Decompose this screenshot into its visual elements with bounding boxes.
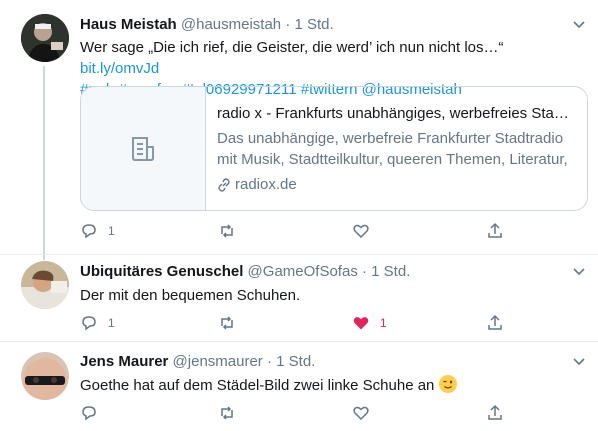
timestamp[interactable]: 1 Std.	[295, 16, 334, 33]
tweet-header: Jens Maurer @jensmaurer · 1 Std.	[80, 352, 315, 372]
separator-dot: ·	[285, 16, 291, 33]
retweet-button[interactable]	[218, 404, 246, 422]
card-description: Das unabhängige, werbefreie Frankfurter …	[217, 130, 568, 168]
user-handle[interactable]: @jensmaurer	[173, 353, 263, 370]
share-button[interactable]	[486, 404, 504, 422]
thread-line	[43, 66, 45, 260]
tweet-header: Ubiquitäres Genuschel @GameOfSofas · 1 S…	[80, 262, 410, 282]
avatar-image	[21, 261, 69, 309]
tweet-actions	[80, 404, 510, 424]
display-name[interactable]: Jens Maurer	[80, 353, 168, 370]
avatar[interactable]	[21, 14, 69, 62]
retweet-icon	[221, 406, 233, 420]
reply-icon	[82, 224, 96, 239]
reply-button[interactable]	[80, 404, 108, 422]
retweet-icon	[221, 316, 233, 330]
timestamp[interactable]: 1 Std.	[371, 263, 410, 280]
chevron-down-icon[interactable]	[572, 265, 586, 279]
heart-filled-icon	[353, 317, 369, 330]
link-preview-card[interactable]: radio x - Frankfurts unabhängiges, werbe…	[80, 86, 588, 211]
separator-dot: ·	[362, 263, 367, 280]
tweet-text-body: Wer sage „Die ich rief, die Geister, die…	[80, 39, 504, 56]
tweet-jensmaurer[interactable]: Jens Maurer @jensmaurer · 1 Std. Goethe …	[0, 342, 598, 431]
reply-icon	[82, 316, 96, 331]
share-button[interactable]	[486, 314, 504, 332]
tweet-text-body: Goethe hat auf dem Städel-Bild zwei link…	[80, 377, 435, 394]
timestamp[interactable]: 1 Std.	[276, 353, 315, 370]
avatar[interactable]	[21, 352, 69, 400]
tweet-header: Haus Meistah @hausmeistah · 1 Std.	[80, 15, 334, 35]
like-button[interactable]: 1	[352, 314, 387, 332]
tweet-link[interactable]: bit.ly/omvJd	[80, 60, 159, 77]
like-button[interactable]	[352, 222, 380, 240]
separator-dot: ·	[266, 353, 272, 370]
card-thumbnail	[81, 87, 206, 210]
avatar-image	[21, 14, 69, 62]
share-icon	[488, 404, 502, 420]
chevron-down-icon[interactable]	[572, 18, 586, 32]
tweet-actions: 1 1	[80, 314, 510, 334]
reply-count: 1	[108, 316, 115, 330]
user-handle[interactable]: @GameOfSofas	[248, 263, 358, 280]
tweet-hausmeistah[interactable]: Haus Meistah @hausmeistah · 1 Std. Wer s…	[0, 0, 598, 260]
share-icon	[488, 314, 502, 330]
heart-icon	[353, 224, 369, 239]
display-name[interactable]: Haus Meistah	[80, 16, 177, 33]
share-button[interactable]	[486, 222, 504, 240]
like-count: 1	[380, 316, 387, 330]
avatar[interactable]	[21, 261, 69, 309]
share-icon	[488, 222, 502, 238]
retweet-icon	[221, 224, 233, 238]
display-name[interactable]: Ubiquitäres Genuschel	[80, 263, 243, 280]
tweet-gameofsofas[interactable]: Ubiquitäres Genuschel @GameOfSofas · 1 S…	[0, 255, 598, 339]
reply-count: 1	[108, 224, 115, 238]
wink-emoji-icon	[438, 375, 457, 393]
reply-icon	[82, 406, 96, 421]
retweet-button[interactable]	[218, 222, 246, 240]
card-title: radio x - Frankfurts unabhängiges, werbe…	[217, 105, 577, 122]
retweet-button[interactable]	[218, 314, 246, 332]
avatar-image	[21, 352, 69, 400]
reply-button[interactable]: 1	[80, 222, 115, 240]
tweet-text: Goethe hat auf dem Städel-Bild zwei link…	[80, 375, 457, 396]
link-icon	[218, 177, 230, 192]
card-body: radio x - Frankfurts unabhängiges, werbe…	[217, 103, 577, 195]
reply-button[interactable]: 1	[80, 314, 115, 332]
card-domain: radiox.de	[217, 174, 577, 195]
card-domain-text: radiox.de	[235, 176, 297, 193]
user-handle[interactable]: @hausmeistah	[181, 16, 281, 33]
document-icon	[132, 137, 154, 161]
tweet-actions: 1	[80, 222, 510, 242]
heart-icon	[353, 406, 369, 421]
like-button[interactable]	[352, 404, 380, 422]
tweet-text: Der mit den bequemen Schuhen.	[80, 287, 301, 304]
chevron-down-icon[interactable]	[572, 355, 586, 369]
